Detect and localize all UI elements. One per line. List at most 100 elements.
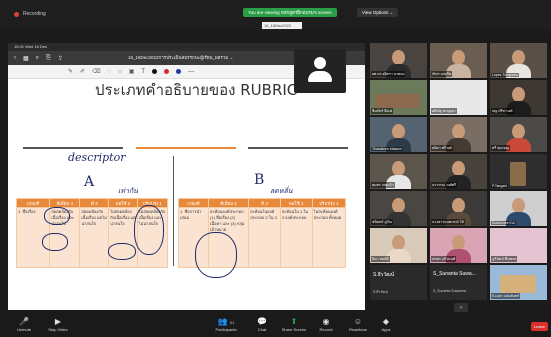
participant-torso: [510, 162, 526, 186]
participant-tile[interactable]: นิดา สมบัติ: [370, 228, 427, 263]
lasso-icon[interactable]: ◌: [108, 69, 112, 75]
image-icon[interactable]: ▣: [129, 68, 135, 75]
search-icon[interactable]: ⌕: [36, 55, 39, 62]
participant-name: Lopez Tongkaew: [491, 73, 520, 77]
participant-tile[interactable]: ศศิณัฐ สะบุญมา: [430, 80, 487, 115]
pen-circle-annotation: [44, 207, 70, 225]
annotation-descriptor: descriptor: [68, 151, 126, 164]
participant-tile[interactable]: ธนพร แก้วนนท์: [430, 228, 487, 263]
participant-tile[interactable]: ณฐ ปรีชาวงศ์: [490, 80, 547, 115]
participant-tile[interactable]: ชินภัทร์ ลือเฟ: [370, 80, 427, 115]
video-button[interactable]: ▶ Stop Video: [38, 317, 78, 332]
participant-tile[interactable]: ผศ.ดร.สุจิตรา นาคคง: [370, 43, 427, 78]
pen-circle-annotation: [134, 205, 164, 255]
participant-torso: [375, 94, 420, 108]
grid-icon[interactable]: ▦: [23, 55, 29, 62]
view-options-button[interactable]: View Options ⌄: [357, 8, 399, 17]
slide-vertical-divider: [173, 156, 174, 266]
participant-tile[interactable]: สุนทร เกตุแก้ว: [370, 154, 427, 189]
participant-tile[interactable]: ภูริวัฒน์ พึ่งเพชร: [490, 228, 547, 263]
participant-name: S_Sunanta Suwanna: [433, 289, 466, 293]
participant-name: ภูริวัฒน์ พึ่งเพชร: [491, 256, 518, 262]
participant-name: S.ธีรวัฒน์: [373, 290, 388, 294]
participant-name: ธนิดา ศรีวงศ์: [431, 145, 453, 151]
participant-tile[interactable]: นางสาวนนทภรณ์ โค้: [430, 191, 487, 226]
participant-face: [452, 161, 465, 176]
participant-tile[interactable]: ศรี ชุมรอญ: [490, 117, 547, 152]
participant-name: ภัทรา ผลเกิด: [431, 71, 453, 77]
annotation-right-note: ลดหลั่น: [270, 187, 293, 195]
share-icon[interactable]: ⇪: [58, 55, 63, 62]
pen-tool-icon[interactable]: ✎: [68, 68, 73, 75]
table-header-row: เกณฑ์ ดีเยี่ยม 4 ดี 3 พอใช้ 2 ปรับปรุง 1: [177, 198, 347, 208]
highlighter-icon[interactable]: ✐: [80, 68, 85, 75]
red-pen-color[interactable]: [164, 69, 170, 74]
participant-tile[interactable]: ชนินทร์ ภู่เงิน: [370, 191, 427, 226]
annotation-a: A: [84, 174, 95, 190]
participant-face: [452, 198, 465, 213]
screen-share-banner: You are viewing หลักสูตรฝึกอบรม's screen: [243, 8, 337, 17]
participant-name: นางสาวนนทภรณ์ โค้: [431, 219, 465, 225]
browser-tab[interactable]: 16_16Dec2022: [262, 22, 302, 29]
bookmark-icon[interactable]: ⎘: [46, 55, 51, 62]
participant-tile[interactable]: ธนิดา ศรีวงศ์: [430, 117, 487, 152]
participant-name: ณฐ ปรีชาวงศ์: [491, 108, 514, 114]
record-label: Record: [319, 327, 333, 332]
participant-display-name: S_Sunanta Suwa...: [433, 271, 476, 277]
person-head-icon: [314, 57, 326, 69]
apps-icon: ◆: [382, 317, 390, 326]
unmute-label: Unmute: [16, 327, 31, 332]
participant-tile[interactable]: อรวรรณ วงศ์ศรี: [430, 154, 487, 189]
eraser-icon[interactable]: ⌫: [92, 68, 100, 75]
column-header: ดี 3: [248, 198, 281, 208]
meeting-controls-bar: 🎤 Unmute ▶ Stop Video 👥 21 Participants 💬 Ch…: [0, 314, 551, 337]
blue-pen-color[interactable]: [176, 69, 182, 74]
share-screen-label: Share Screen: [281, 327, 307, 332]
column-header: เกณฑ์: [15, 198, 51, 208]
more-icon[interactable]: —: [188, 69, 194, 75]
gallery-next-page-button[interactable]: ⌄: [454, 303, 468, 312]
participant-tile[interactable]: ภัทรา ผลเกิด: [430, 43, 487, 78]
participant-tile[interactable]: P.Tangsiri: [490, 154, 547, 189]
participant-name: ผศ.ดร.สุจิตรา นาคคง: [371, 71, 406, 77]
participant-name: ศศิณัฐ สะบุญมา: [431, 108, 458, 114]
participant-name: นิดา สมบัติ: [371, 256, 390, 262]
participant-face: [392, 161, 405, 176]
participant-name: Suwannee Kul: [491, 221, 516, 225]
participant-name: ธนพร แก้วนนท์: [431, 256, 457, 262]
participant-name: อรวรรณ วงศ์ศรี: [431, 182, 457, 188]
participant-name-tile[interactable]: S_Sunanta Suwa... S_Sunanta Suwanna: [430, 265, 487, 300]
back-icon[interactable]: ‹: [14, 55, 16, 61]
reactions-label: Reactions: [349, 327, 367, 332]
participant-torso: [386, 249, 411, 263]
participant-face: [452, 50, 465, 65]
document-title[interactable]: 16_16Dec2022การประเมินสมรรถนะผู้เรียน_ผล…: [128, 54, 233, 61]
slide-rule-left: [23, 147, 123, 149]
participant-display-name: S.ธีรวัฒน์: [373, 272, 395, 278]
leave-button[interactable]: Leave: [531, 322, 548, 331]
participant-torso: [500, 275, 536, 293]
participant-tile[interactable]: Suwannee Kul: [490, 191, 547, 226]
participant-name: ศรี ชุมรอญ: [491, 145, 510, 151]
slide-title: ประเภทคำอธิบายของ RUBRIC: [95, 81, 298, 99]
recording-indicator[interactable]: Recording: [14, 11, 46, 17]
shapes-icon[interactable]: ○: [118, 69, 122, 75]
pen-circle-annotation: [108, 243, 136, 260]
text-icon[interactable]: T: [141, 69, 145, 75]
self-view-video-off[interactable]: [294, 49, 346, 93]
participant-name: สุนทร เกตุแก้ว: [371, 182, 395, 188]
participant-tile[interactable]: Lopez Tongkaew: [490, 43, 547, 78]
participant-name-tile[interactable]: S.ธีรวัฒน์ S.ธีรวัฒน์: [370, 265, 427, 300]
participants-button[interactable]: 👥 21 Participants: [206, 317, 246, 332]
annotation-b: B: [254, 172, 265, 188]
apps-button[interactable]: ◆ Apps: [366, 317, 406, 332]
video-camera-icon: ▶: [54, 317, 62, 326]
table-cell: สะท้อนในองค์ประกอบ 2 ใน 3: [248, 207, 281, 268]
participant-tile[interactable]: Thanakorn Intasorn: [370, 117, 427, 152]
column-header: พอใช้ 2: [279, 198, 313, 208]
participant-face: [512, 124, 525, 139]
column-header: ปรับปรุง 1: [311, 198, 347, 208]
video-label: Stop Video: [48, 327, 68, 332]
black-pen-color[interactable]: [152, 69, 158, 74]
participant-tile[interactable]: S.เมธา แจ่มจันทร์: [490, 265, 547, 300]
